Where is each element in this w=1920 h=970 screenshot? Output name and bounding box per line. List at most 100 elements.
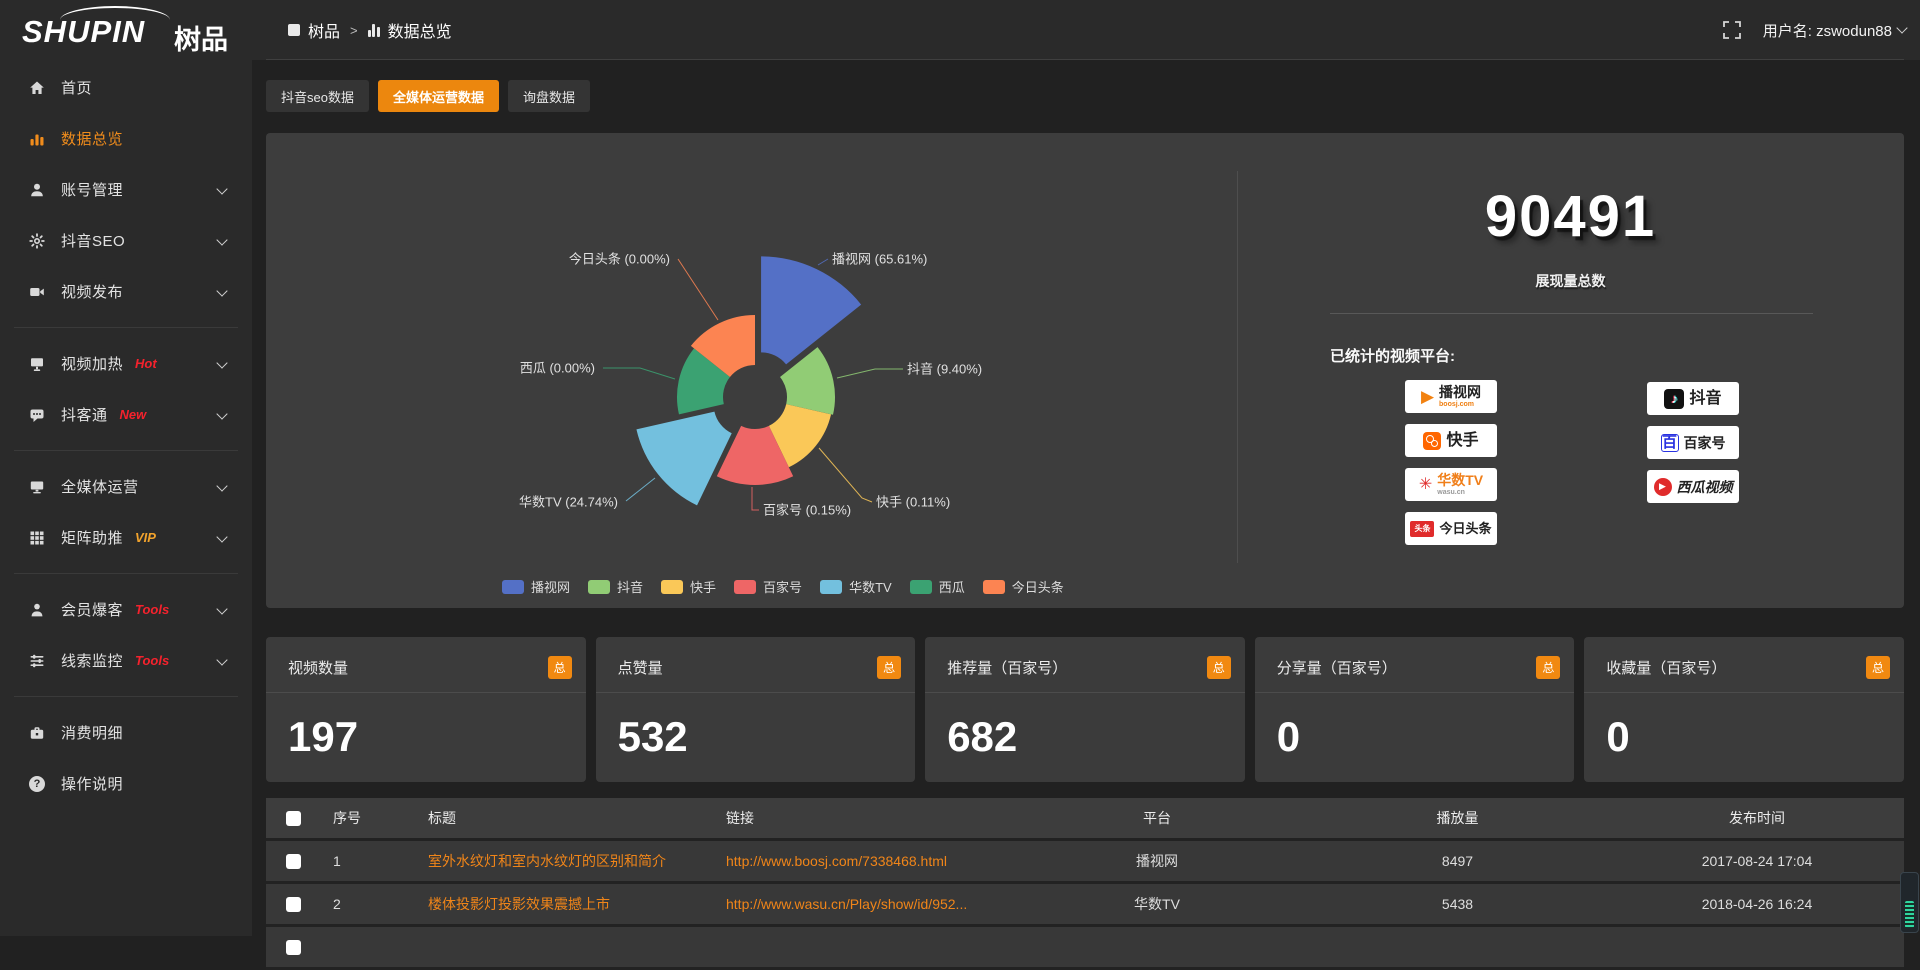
legend-swatch [910,580,932,594]
cell-time: 2018-04-26 16:24 [1610,896,1904,912]
cell-time: 2017-08-24 17:04 [1610,853,1904,869]
legend-label: 抖音 [617,577,643,596]
sidebar-item-omni-media[interactable]: 全媒体运营 [0,461,252,512]
sidebar-item-home[interactable]: 首页 [0,62,252,113]
legend-item[interactable]: 百家号 [734,577,802,596]
legend-swatch [502,580,524,594]
screen-icon [26,356,48,372]
grid-icon [26,530,48,546]
row-checkbox[interactable] [286,940,301,955]
legend-item[interactable]: 播视网 [502,577,570,596]
cell-title-link[interactable]: 室外水纹灯和室内水纹灯的区别和简介 [416,851,714,871]
sidebar-item-video-publish[interactable]: 视频发布 [0,266,252,317]
select-all-checkbox[interactable] [286,811,301,826]
person-icon [26,602,48,618]
pie-slice-1[interactable] [761,256,861,364]
sidebar-item-lead-monitor[interactable]: 线索监控 Tools [0,635,252,686]
legend-label: 西瓜 [939,577,965,596]
sidebar-item-member-tools[interactable]: 会员爆客 Tools [0,584,252,635]
wallet-icon [26,725,48,741]
table-row: 1 室外水纹灯和室内水纹灯的区别和简介 http://www.boosj.com… [266,841,1904,884]
sidebar-item-label: 全媒体运营 [61,476,139,497]
sidebar-item-doketong[interactable]: 抖客通 New [0,389,252,440]
sidebar-item-video-heat[interactable]: 视频加热 Hot [0,338,252,389]
breadcrumb-current[interactable]: 数据总览 [388,18,452,42]
pie-slice-label: 播视网 (65.61%) [832,252,927,267]
platform-badge-baijiahao: 百 百家号 [1647,426,1739,459]
legend-label: 播视网 [531,577,570,596]
legend-label: 华数TV [849,577,892,596]
sidebar-item-spend-detail[interactable]: 消费明细 [0,707,252,758]
top-header-bar: SHUPIN 树品 树品 > 数据总览 用户名: zswodun88 [0,0,1920,60]
cell-url-link[interactable]: http://www.wasu.cn/Play/show/id/952... [714,896,1009,912]
cell-title-link[interactable]: 楼体投影灯投影效果震撼上市 [416,894,714,914]
monitor-icon [26,479,48,495]
wasu-star-icon: ✳ [1419,477,1432,493]
logo-text-cn: 树品 [174,18,228,57]
platform-name: 抖音 [1689,391,1721,407]
pie-slice-5[interactable] [636,412,731,506]
breadcrumb-root-icon [288,24,300,36]
sidebar-item-help[interactable]: ? 操作说明 [0,758,252,809]
sidebar-item-label: 视频发布 [61,281,123,302]
summary-section: 90491 展现量总数 已统计的视频平台: ▶ 播视网boosj.com 快手 … [1237,133,1904,608]
legend-item[interactable]: 华数TV [820,577,892,596]
total-badge: 总 [1866,656,1890,679]
platform-badge-douyin: ♪ 抖音 [1647,382,1739,415]
label-connector [678,259,718,320]
platform-name: 快手 [1446,433,1478,449]
chevron-down-icon [1896,22,1907,33]
stat-card-title: 分享量（百家号） [1277,657,1537,678]
sidebar-divider [14,327,238,328]
user-icon [26,182,48,198]
toutiao-icon: 头条 [1410,521,1434,537]
legend-label: 百家号 [763,577,802,596]
breadcrumb-root[interactable]: 树品 [308,18,340,42]
cell-url-link[interactable]: http://www.boosj.com/7338468.html [714,853,1009,869]
header-divider [266,59,1904,60]
tab-douyin-seo[interactable]: 抖音seo数据 [266,80,369,112]
app-logo[interactable]: SHUPIN 树品 [22,6,232,56]
legend-item[interactable]: 快手 [661,577,716,596]
gear-icon [26,233,48,249]
platform-badge-toutiao: 头条 今日头条 [1405,512,1497,545]
scrollbar-thumb[interactable] [1905,901,1914,928]
sidebar-item-label: 视频加热 [61,353,123,374]
col-header-plays: 播放量 [1305,808,1610,828]
cell-no: 1 [321,853,416,869]
rose-chart[interactable]: 播视网 (65.61%)抖音 (9.40%)快手 (0.11%)百家号 (0.1… [266,133,1236,608]
baijiahao-icon: 百 [1661,434,1679,452]
legend-item[interactable]: 今日头条 [983,577,1064,596]
sidebar-item-label: 抖客通 [61,404,108,425]
total-impressions-value: 90491 [1237,183,1904,250]
douyin-note-icon: ♪ [1664,389,1684,409]
boosj-play-icon: ▶ [1421,388,1434,405]
chart-panel: 播视网 (65.61%)抖音 (9.40%)快手 (0.11%)百家号 (0.1… [266,133,1904,608]
legend-item[interactable]: 抖音 [588,577,643,596]
pie-slice-label: 快手 (0.11%) [876,495,950,510]
chevron-down-icon [216,603,227,614]
tab-inquiry[interactable]: 询盘数据 [508,80,590,112]
platform-badge-xigua: ▶ 西瓜视频 [1647,470,1739,503]
table-row: 2 楼体投影灯投影效果震撼上市 http://www.wasu.cn/Play/… [266,884,1904,927]
row-checkbox[interactable] [286,897,301,912]
sidebar-item-douyin-seo[interactable]: 抖音SEO [0,215,252,266]
stat-card-value: 197 [288,713,358,761]
sidebar-item-label: 操作说明 [61,773,123,794]
pie-slice-label: 西瓜 (0.00%) [520,361,595,376]
sidebar-item-data-overview[interactable]: 数据总览 [0,113,252,164]
stat-card-title: 视频数量 [288,657,548,678]
sidebar-item-accounts[interactable]: 账号管理 [0,164,252,215]
total-badge: 总 [877,656,901,679]
stat-cards-row: 视频数量总 197 点赞量总 532 推荐量（百家号）总 682 分享量（百家号… [266,637,1904,782]
legend-item[interactable]: 西瓜 [910,577,965,596]
tab-omni-media[interactable]: 全媒体运营数据 [378,80,499,112]
summary-divider [1330,313,1813,314]
fullscreen-icon[interactable] [1723,21,1741,39]
sidebar-item-matrix-boost[interactable]: 矩阵助推 VIP [0,512,252,563]
row-checkbox[interactable] [286,854,301,869]
label-connector [626,478,655,501]
bar-chart-icon [26,131,48,147]
user-menu[interactable]: 用户名: zswodun88 [1763,20,1906,41]
xigua-play-icon: ▶ [1654,478,1672,496]
